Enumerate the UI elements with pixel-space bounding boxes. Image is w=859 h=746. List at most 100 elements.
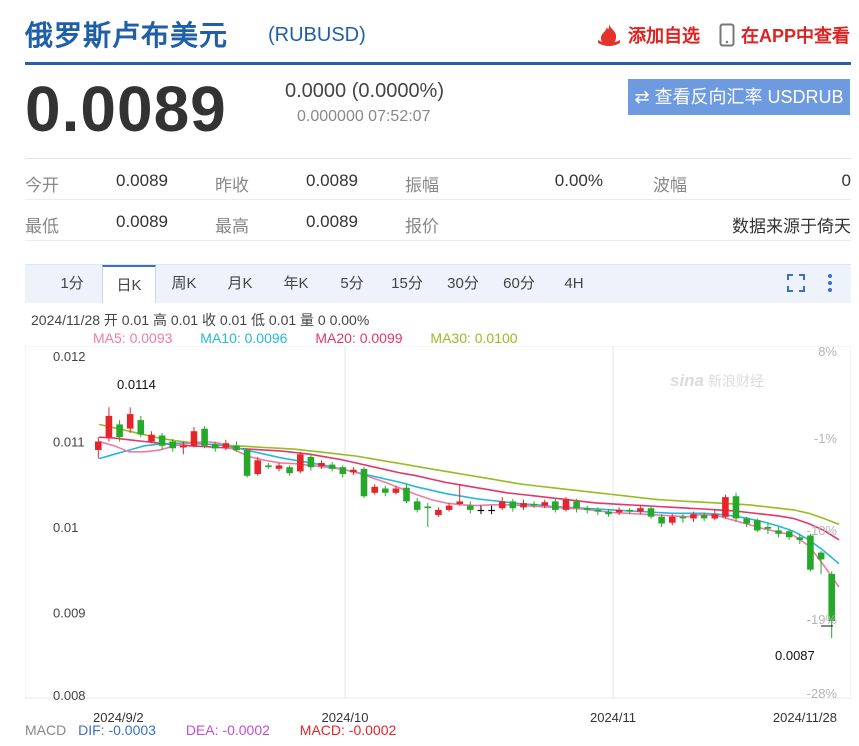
stat-label-volatility: 波幅 [653,176,687,195]
currency-code: (RUBUSD) [268,24,366,46]
stats-row-2: 最低 0.0089 最高 0.0089 报价 数据来源于倚天 [25,200,851,241]
y-axis-labels: 0.012 0.011 0.01 0.009 0.008 [53,349,86,703]
header: 俄罗斯卢布美元 (RUBUSD) 添加自选 在APP中查看 [0,0,859,65]
macd-dea: DEA: -0.0002 [185,722,270,738]
candle-body [467,505,474,510]
tab-monthly[interactable]: 月K [215,265,265,303]
tab-daily[interactable]: 日K [102,265,156,303]
candle-body [817,552,825,560]
stat-value-volatility: 0 [841,171,851,190]
ma20-line [98,436,840,541]
candle-body [520,503,527,508]
candle-body [498,501,506,509]
candle-body [722,497,729,517]
current-price: 0.0089 [25,73,227,145]
y-tick-label: 0.01 [53,520,78,535]
candle-body [350,469,357,473]
candle-body [583,508,591,510]
flame-icon [596,23,622,52]
y-tick-label: 0.009 [53,606,86,621]
candle-body [669,516,676,523]
app-view-button[interactable]: 在APP中查看 [719,22,850,52]
x-tick-label: 2024/11 [590,710,636,725]
period-tabs: 1分 日K 周K 月K 年K 5分 15分 30分 60分 4H [25,264,851,303]
candle-body [711,514,719,519]
app-view-label: 在APP中查看 [741,26,851,46]
stat-value-prev-close: 0.0089 [306,171,358,190]
candle-body [318,462,325,467]
phone-icon [719,23,735,52]
stat-label-quote: 报价 [405,217,439,236]
candles [95,407,835,639]
candle-body [796,537,804,540]
candle-body [158,435,166,446]
tab-15min[interactable]: 15分 [382,265,432,303]
candle-body [637,508,644,512]
ma20-label: MA20: 0.0099 [315,330,403,346]
macd-value: MACD: -0.0002 [299,722,397,738]
pct-tick-label: -10% [807,523,838,538]
kline-chart[interactable]: sina 新浪财经 0.012 0.011 0.01 0.009 0.008 8% -1%… [25,346,851,728]
tab-1min[interactable]: 1分 [47,265,97,303]
candle-body [105,415,113,438]
stat-label-amplitude: 振幅 [405,176,439,195]
tab-yearly[interactable]: 年K [271,265,321,303]
tab-4h[interactable]: 4H [549,265,599,303]
tab-60min[interactable]: 60分 [494,265,544,303]
tab-weekly[interactable]: 周K [159,265,209,303]
candle-body [754,520,761,531]
candle-body [169,441,176,449]
candle-info-line: 2024/11/28 开 0.01 高 0.01 收 0.01 低 0.01 量… [31,312,370,328]
candle-body [339,467,347,474]
stat-label-open: 今开 [25,176,59,195]
reverse-rate-button[interactable]: ⇄ 查看反向汇率 USDRUB [628,79,850,115]
macd-title: MACD [25,722,67,738]
stat-value-source: 数据来源于倚天 [732,217,851,236]
fullscreen-icon[interactable] [785,273,807,295]
candle-body [137,420,145,435]
candle-body [371,486,378,493]
candle-body [126,414,134,429]
tab-30min[interactable]: 30分 [438,265,488,303]
candle-body [286,467,293,474]
candle-body [594,509,602,512]
price-change: 0.0000 (0.0000%) [285,80,445,102]
min-value-label: 0.0087 [775,648,815,663]
stat-value-open: 0.0089 [116,171,168,190]
max-value-label: 0.0114 [117,377,156,392]
candle-body [392,488,400,493]
reverse-rate-label: 查看反向汇率 USDRUB [654,87,844,107]
candle-body [413,501,421,510]
macd-legend: MACD DIF: -0.0003 DEA: -0.0002 MACD: -0.… [25,722,422,738]
candle-body [148,434,155,442]
candle-body [626,509,633,512]
tab-5min[interactable]: 5分 [327,265,377,303]
candle-body [233,445,240,451]
candle-body [488,509,495,512]
svg-text:新浪财经: 新浪财经 [708,373,764,389]
more-options-icon[interactable] [819,273,841,295]
candle-body [265,465,272,468]
macd-dif: DIF: -0.0003 [78,722,156,738]
y-tick-label: 0.012 [53,349,86,364]
svg-text:sina: sina [670,371,704,390]
y-tick-label: 0.011 [53,435,85,450]
candle-body [615,509,623,513]
candle-body [477,509,485,512]
pct-tick-label: -28% [807,686,838,701]
candle-body [211,444,219,449]
candle-body [541,502,548,506]
stat-label-low: 最低 [25,217,59,236]
stat-label-high: 最高 [215,217,249,236]
price-timestamp: 0.000000 07:52:07 [297,108,431,125]
candle-body [690,514,697,519]
candle-body [743,518,750,524]
candle-body [679,516,687,519]
candle-body [807,535,814,570]
add-favorite-button[interactable]: 添加自选 [596,22,700,52]
candle-body [95,441,102,450]
page-title: 俄罗斯卢布美元 [25,20,229,51]
candle-body [445,505,453,510]
candle-body [180,445,187,448]
candle-body [297,454,304,472]
